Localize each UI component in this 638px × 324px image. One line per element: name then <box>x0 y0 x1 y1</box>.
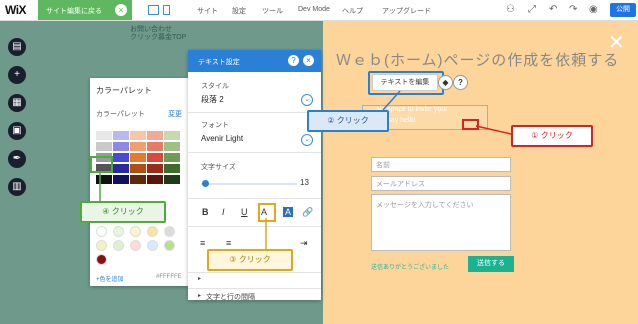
connector-line <box>382 90 401 111</box>
callout-step-2: ② クリック <box>307 110 389 132</box>
callout-step-4: ④ クリック <box>80 201 166 223</box>
callout-step-1: ① クリック <box>511 125 593 147</box>
callout-connectors <box>99 90 512 249</box>
connector-line <box>475 125 512 135</box>
callout-step-3: ③ クリック <box>207 249 293 271</box>
